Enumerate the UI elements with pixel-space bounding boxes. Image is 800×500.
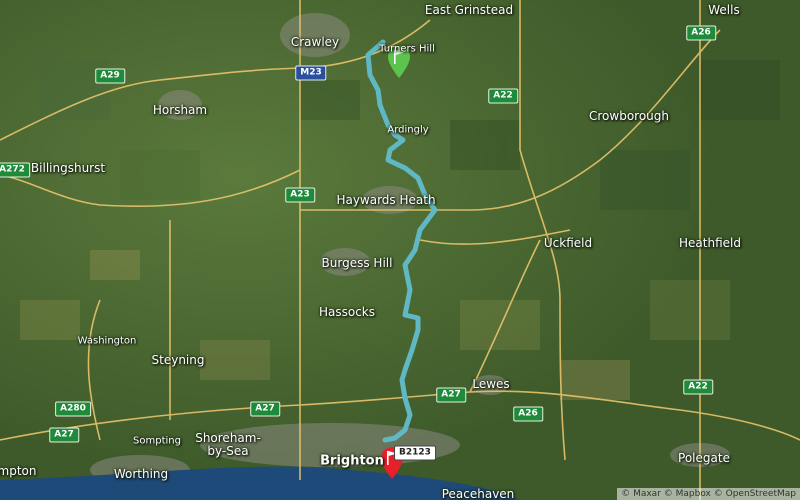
- place-billingshurst: Billingshurst: [30, 161, 106, 175]
- place-turners-hill: Turners Hill: [379, 43, 435, 55]
- place-burgess-hill: Burgess Hill: [321, 256, 393, 270]
- road-shield-b2123: B2123: [394, 445, 436, 461]
- place-ardingly: Ardingly: [387, 124, 429, 136]
- place-steyning: Steyning: [151, 353, 205, 367]
- road-shield-a26-north: A26: [686, 25, 716, 41]
- place-washington: Washington: [77, 335, 137, 347]
- road-shield-a22-north: A22: [488, 88, 518, 104]
- road-shield-a27-mid: A27: [250, 401, 280, 417]
- place-sompting: Sompting: [133, 435, 181, 447]
- road-shield-a29: A29: [95, 68, 125, 84]
- road-shield-a27-west: A27: [49, 427, 79, 443]
- place-heathfield: Heathfield: [679, 236, 741, 250]
- place-crowborough: Crowborough: [588, 109, 670, 123]
- place-wells: Wells: [708, 3, 740, 17]
- place-hassocks: Hassocks: [318, 305, 376, 319]
- map-view[interactable]: East Grinstead Wells Crawley Turners Hil…: [0, 0, 800, 500]
- place-horsham: Horsham: [152, 103, 208, 117]
- place-east-grinstead: East Grinstead: [424, 3, 514, 17]
- place-worthing: Worthing: [113, 467, 169, 481]
- road-shield-a27-east: A27: [436, 387, 466, 403]
- place-peacehaven: Peacehaven: [441, 487, 515, 500]
- road-shield-a280: A280: [55, 401, 91, 417]
- place-shoreham-by-sea: Shoreham- by-Sea: [195, 431, 261, 458]
- place-lewes: Lewes: [472, 377, 510, 391]
- road-shield-a26-south: A26: [513, 406, 543, 422]
- road-shield-a272: A272: [0, 162, 30, 178]
- place-uckfield: Uckfield: [543, 236, 593, 250]
- map-attribution[interactable]: © Maxar © Mapbox © OpenStreetMap: [617, 488, 800, 500]
- road-shield-a22-south: A22: [683, 379, 713, 395]
- place-brighton: Brighton: [320, 453, 384, 469]
- place-crawley: Crawley: [290, 35, 340, 49]
- place-haywards-heath: Haywards Heath: [336, 193, 436, 207]
- place-rampton: mpton: [0, 464, 37, 478]
- road-shield-a23: A23: [285, 187, 315, 203]
- road-shield-m23: M23: [295, 65, 327, 81]
- place-polegate: Polegate: [678, 451, 730, 465]
